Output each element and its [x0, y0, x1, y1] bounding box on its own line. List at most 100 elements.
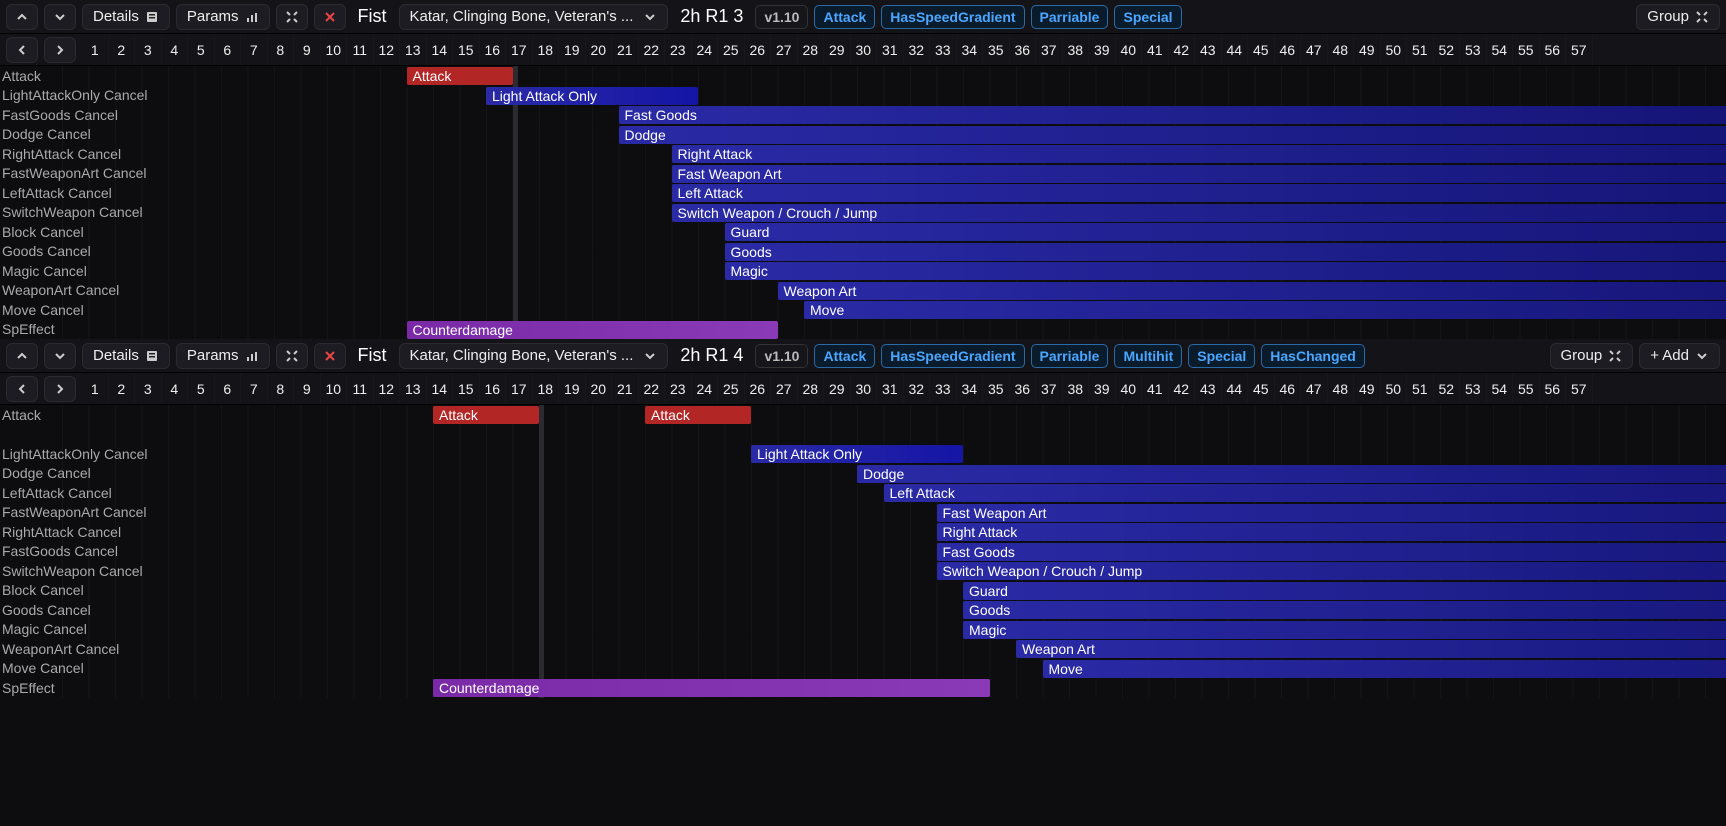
tags-container: v1.10AttackHasSpeedGradient ParriableSpec… [755, 5, 1181, 29]
ruler-tick: 31 [877, 373, 904, 404]
chevron-up-button[interactable] [6, 4, 38, 30]
frame-ruler[interactable]: 1234567891011121314151617181920212223242… [82, 373, 1726, 404]
params-label: Params [187, 8, 239, 25]
timeline-bar[interactable]: Right Attack [937, 523, 1726, 541]
track-label: SwitchWeapon Cancel [0, 204, 52, 220]
tag-badge[interactable]: Attack [814, 344, 875, 368]
track-row: FastGoods Cancel Fast Goods [0, 105, 1726, 125]
timeline-bar[interactable]: Dodge [619, 126, 1726, 144]
timeline-bar[interactable]: Attack [407, 67, 513, 85]
track-label: Move Cancel [0, 302, 52, 318]
timeline-bar[interactable]: Move [804, 301, 1726, 319]
track-row: Block Cancel Guard [0, 581, 1726, 601]
timeline-bar[interactable]: Light Attack Only [751, 445, 963, 463]
timeline-bar[interactable]: Dodge [857, 465, 1726, 483]
collapse-icon [1608, 349, 1622, 363]
scroll-left-button[interactable] [6, 376, 38, 402]
timeline-bar[interactable]: Switch Weapon / Crouch / Jump [937, 562, 1726, 580]
details-icon [145, 10, 159, 24]
ruler-tick: 17 [506, 373, 533, 404]
scroll-right-button[interactable] [44, 376, 76, 402]
timeline-bar[interactable]: Attack [433, 406, 539, 424]
ruler-tick: 7 [241, 373, 268, 404]
category-text: Fist [352, 6, 393, 27]
timeline-bar[interactable]: Light Attack Only [486, 87, 698, 105]
ruler-tick: 17 [506, 34, 533, 65]
track-label: LeftAttack Cancel [0, 185, 52, 201]
close-button[interactable] [314, 343, 346, 369]
scroll-left-button[interactable] [6, 37, 38, 63]
params-button[interactable]: Params [176, 343, 270, 369]
timeline-bar[interactable]: Goods [725, 243, 1726, 261]
ruler-tick: 30 [851, 373, 878, 404]
details-label: Details [93, 347, 139, 364]
track-label: LeftAttack Cancel [0, 485, 52, 501]
ruler-tick: 27 [771, 373, 798, 404]
frame-ruler[interactable]: 1234567891011121314151617181920212223242… [82, 34, 1726, 65]
timeline-bar[interactable]: Weapon Art [1016, 640, 1726, 658]
track-label: WeaponArt Cancel [0, 282, 52, 298]
timeline-bar[interactable]: Move [1043, 660, 1726, 678]
timeline-bar[interactable]: Counterdamage [433, 679, 990, 697]
bar-label: Light Attack Only [492, 88, 597, 104]
timeline-bar[interactable]: Counterdamage [407, 321, 778, 339]
track-row: LightAttackOnly Cancel Light Attack Only [0, 86, 1726, 106]
tag-badge[interactable]: Parriable [1031, 344, 1109, 368]
chevron-down-button[interactable] [44, 343, 76, 369]
tag-badge[interactable]: Special [1114, 5, 1181, 29]
weapon-dropdown[interactable]: Katar, Clinging Bone, Veteran's ... [399, 343, 669, 369]
tag-badge[interactable]: Special [1188, 344, 1255, 368]
timeline-bar[interactable]: Attack [645, 406, 751, 424]
weapon-dropdown[interactable]: Katar, Clinging Bone, Veteran's ... [399, 4, 669, 30]
scroll-right-button[interactable] [44, 37, 76, 63]
track-label: Magic Cancel [0, 263, 52, 279]
chevron-up-button[interactable] [6, 343, 38, 369]
timeline-bar[interactable]: Magic [725, 262, 1726, 280]
chevron-down-button[interactable] [44, 4, 76, 30]
ruler-tick: 47 [1301, 373, 1328, 404]
tag-badge[interactable]: v1.10 [755, 344, 808, 368]
group-button[interactable]: Group [1636, 4, 1720, 30]
tag-badge[interactable]: Parriable [1031, 5, 1109, 29]
timeline-bar[interactable]: Fast Goods [937, 543, 1726, 561]
bar-label: Goods [969, 602, 1010, 618]
ruler-tick: 14 [427, 34, 454, 65]
ruler-tick: 11 [347, 373, 374, 404]
collapse-button[interactable] [276, 343, 308, 369]
collapse-button[interactable] [276, 4, 308, 30]
timeline-bar[interactable]: Left Attack [884, 484, 1726, 502]
timeline-bar[interactable]: Guard [963, 582, 1726, 600]
timeline-bar[interactable]: Magic [963, 621, 1726, 639]
ruler-tick: 12 [374, 34, 401, 65]
move-name: 2h R1 3 [674, 6, 749, 27]
track-label: Goods Cancel [0, 602, 52, 618]
chevron-down-icon [1695, 349, 1709, 363]
ruler-tick: 15 [453, 373, 480, 404]
details-button[interactable]: Details [82, 343, 170, 369]
close-button[interactable] [314, 4, 346, 30]
ruler-tick: 24 [692, 34, 719, 65]
timeline-bar[interactable]: Weapon Art [778, 282, 1726, 300]
ruler-tick: 38 [1063, 373, 1090, 404]
timeline-bar[interactable]: Fast Weapon Art [937, 504, 1726, 522]
timeline-bar[interactable]: Fast Weapon Art [672, 165, 1726, 183]
tag-badge[interactable]: Attack [814, 5, 875, 29]
details-button[interactable]: Details [82, 4, 170, 30]
add-button[interactable]: + Add [1639, 343, 1720, 369]
bar-label: Right Attack [943, 524, 1018, 540]
ruler-tick: 16 [480, 373, 507, 404]
timeline-bar[interactable]: Guard [725, 223, 1726, 241]
tag-badge[interactable]: HasChanged [1261, 344, 1365, 368]
timeline-bar[interactable]: Left Attack [672, 184, 1726, 202]
ruler-tick: 19 [559, 373, 586, 404]
tag-badge[interactable]: HasSpeedGradient [881, 5, 1024, 29]
timeline-bar[interactable]: Switch Weapon / Crouch / Jump [672, 204, 1726, 222]
tag-badge[interactable]: HasSpeedGradient [881, 344, 1024, 368]
tag-badge[interactable]: Multihit [1114, 344, 1182, 368]
timeline-bar[interactable]: Right Attack [672, 145, 1726, 163]
group-button[interactable]: Group [1550, 343, 1634, 369]
timeline-bar[interactable]: Fast Goods [619, 106, 1726, 124]
params-button[interactable]: Params [176, 4, 270, 30]
tag-badge[interactable]: v1.10 [755, 5, 808, 29]
timeline-bar[interactable]: Goods [963, 601, 1726, 619]
